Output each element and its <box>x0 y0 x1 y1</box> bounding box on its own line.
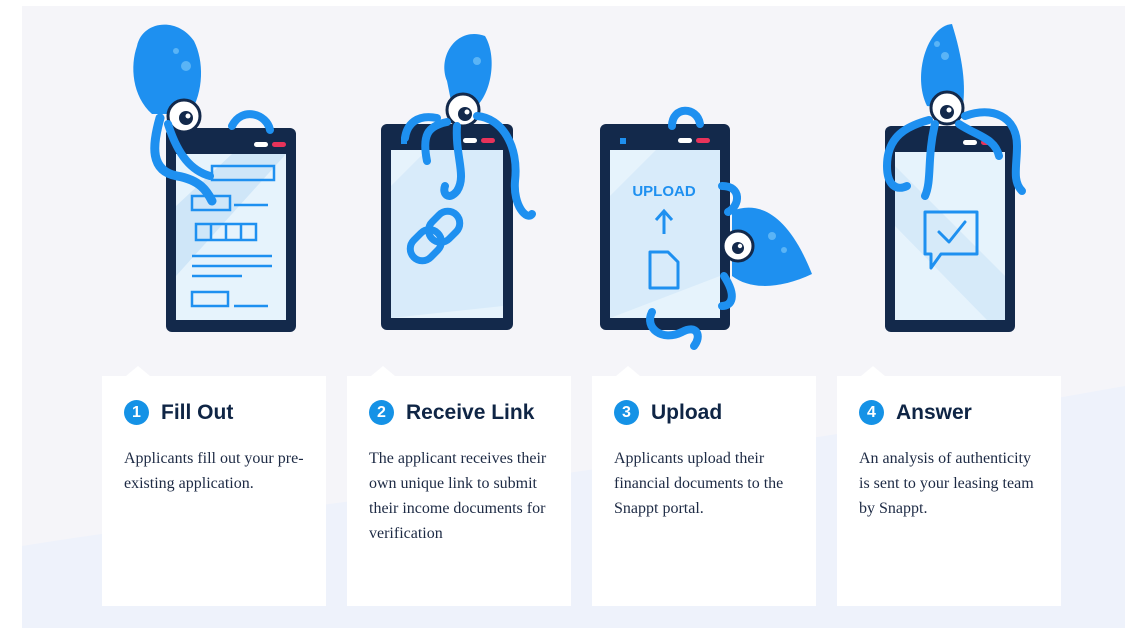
step-2-card: 2 Receive Link The applicant receives th… <box>347 366 571 606</box>
step-heading: 4 Answer <box>859 400 972 425</box>
card-pointer <box>861 366 885 376</box>
step-title: Answer <box>896 400 972 424</box>
card-pointer <box>371 366 395 376</box>
step-number-badge: 1 <box>124 400 149 425</box>
upload-label: UPLOAD <box>632 183 696 200</box>
step-heading: 1 Fill Out <box>124 400 233 425</box>
step-1-card: 1 Fill Out Applicants fill out your pre-… <box>102 366 326 606</box>
squid-upload-phone-illustration: UPLOAD <box>600 106 812 350</box>
step-number-badge: 4 <box>859 400 884 425</box>
squid-check-phone-illustration <box>882 24 1026 332</box>
step-title: Fill Out <box>161 400 234 424</box>
step-description: The applicant receives their own unique … <box>369 450 547 542</box>
step-2: 2 Receive Link The applicant receives th… <box>347 6 571 628</box>
step-3: UPLOAD 3 Upload Applicants upload their … <box>592 6 816 628</box>
how-it-works-section: 1 Fill Out Applicants fill out your pre-… <box>22 6 1125 628</box>
step-description: Applicants upload their financial docume… <box>614 450 784 517</box>
step-heading: 2 Receive Link <box>369 400 534 425</box>
step-3-card: 3 Upload Applicants upload their financi… <box>592 366 816 606</box>
card-pointer <box>616 366 640 376</box>
squid-form-phone-illustration <box>133 24 296 332</box>
card-pointer <box>126 366 150 376</box>
step-title: Upload <box>651 400 723 424</box>
step-number-badge: 2 <box>369 400 394 425</box>
step-description: An analysis of authenticity is sent to y… <box>859 450 1034 517</box>
step-description: Applicants fill out your pre-existing ap… <box>124 450 304 492</box>
step-title: Receive Link <box>406 400 535 424</box>
step-4: 4 Answer An analysis of authenticity is … <box>837 6 1061 628</box>
step-heading: 3 Upload <box>614 400 722 425</box>
squid-link-phone-illustration <box>381 34 536 330</box>
step-1: 1 Fill Out Applicants fill out your pre-… <box>102 6 326 628</box>
step-number-badge: 3 <box>614 400 639 425</box>
step-4-card: 4 Answer An analysis of authenticity is … <box>837 366 1061 606</box>
